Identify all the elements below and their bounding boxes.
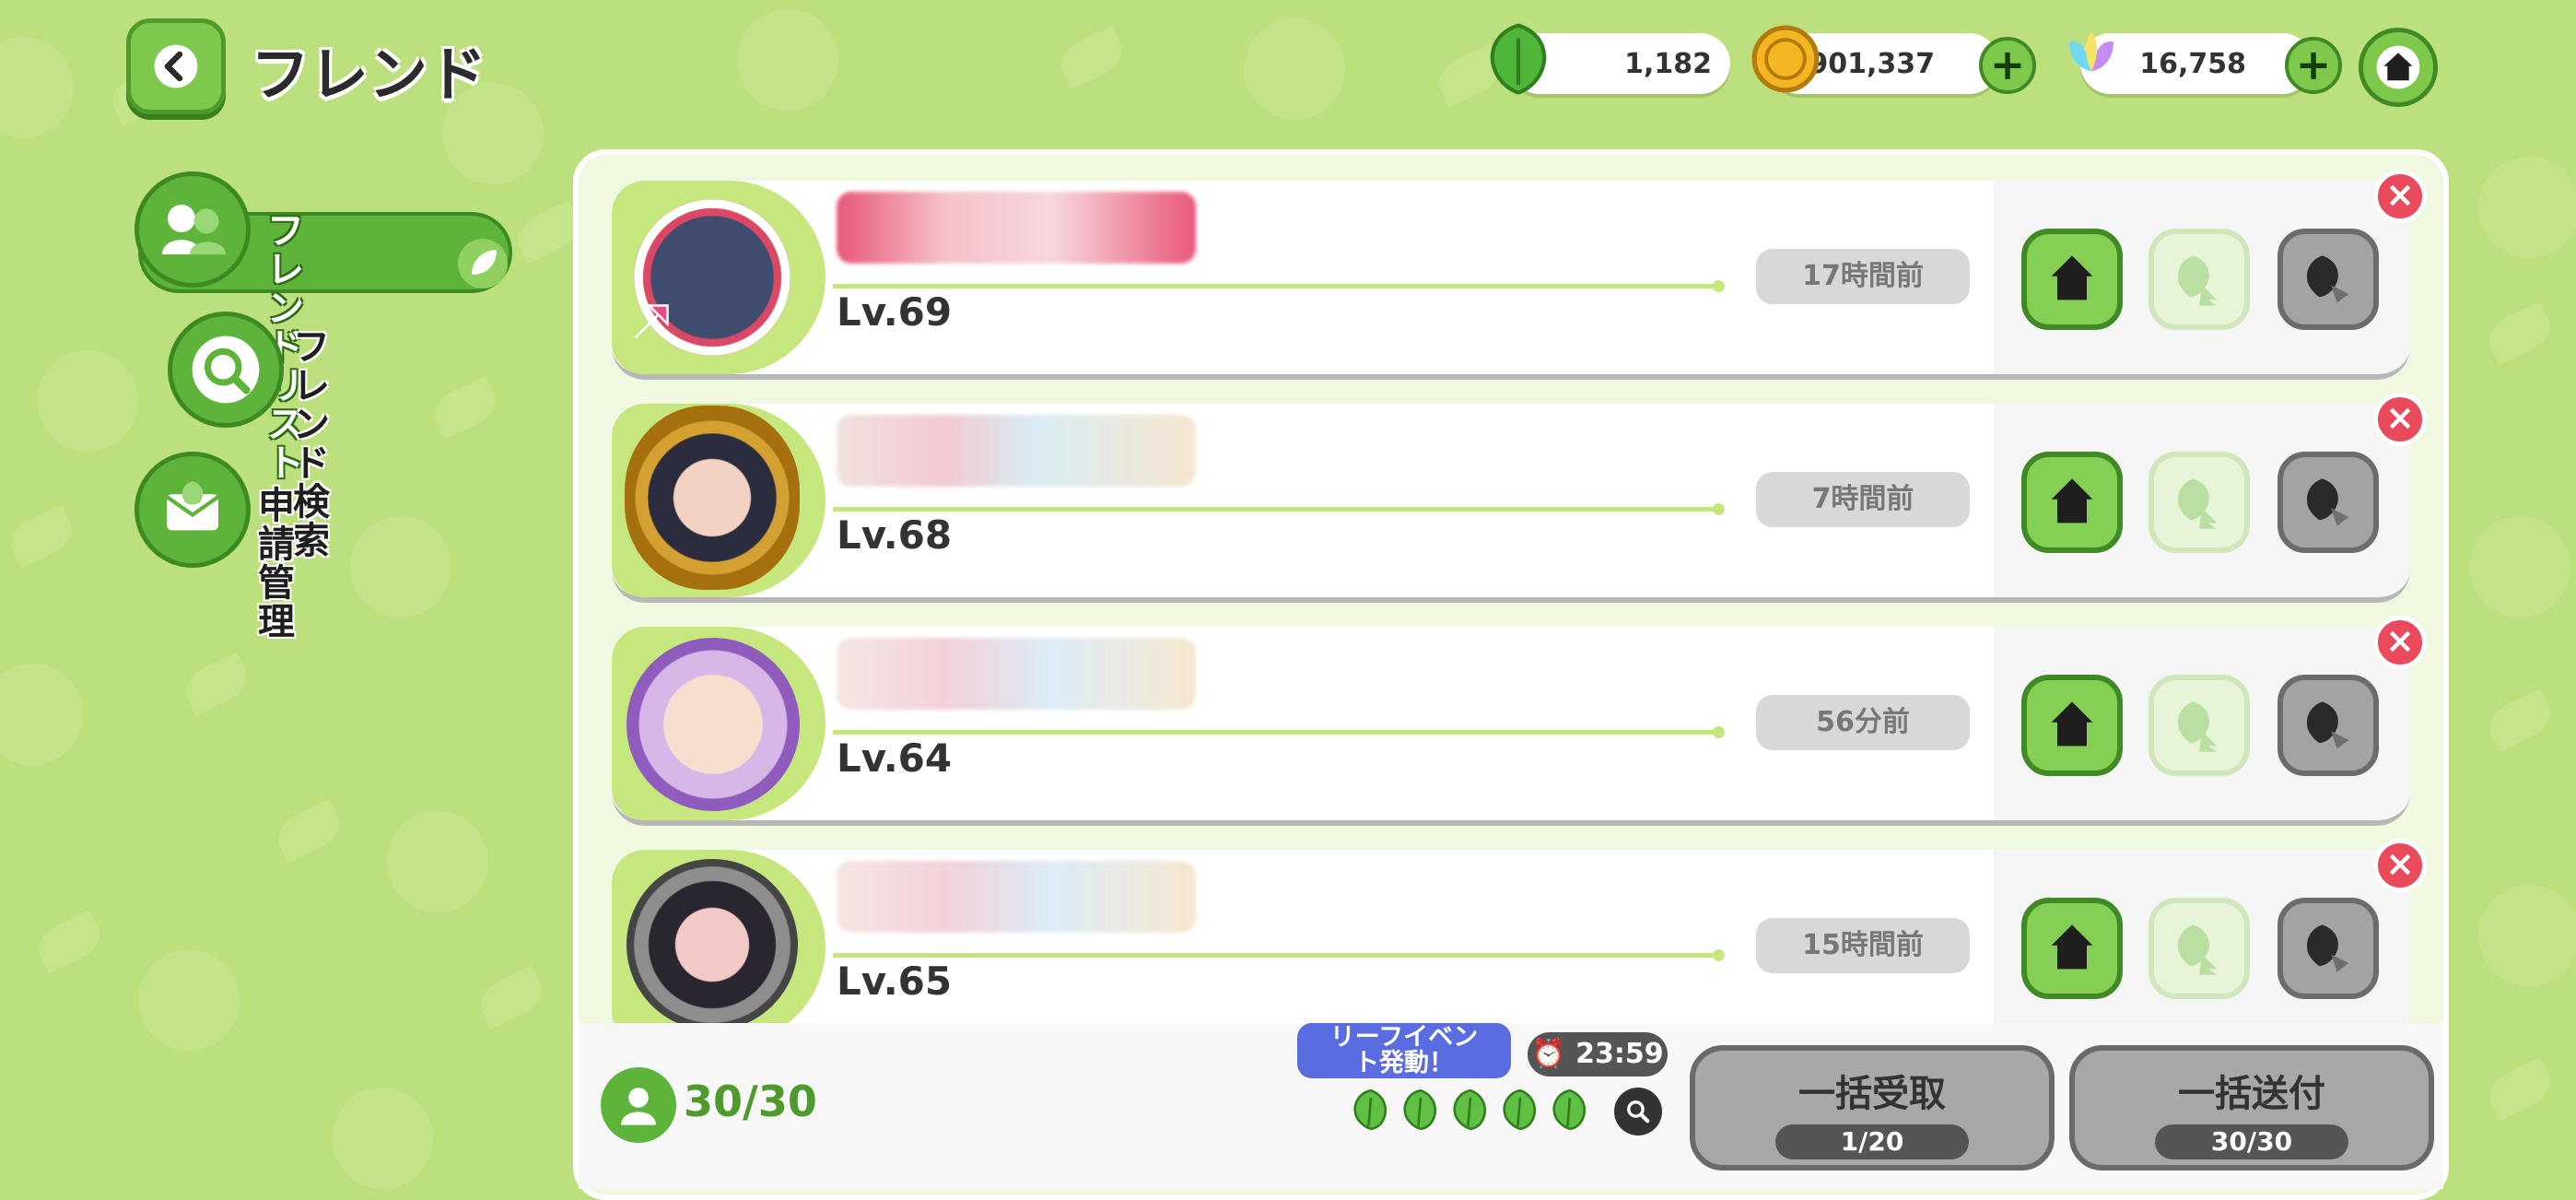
friend-avatar[interactable] [625, 406, 800, 590]
visit-home-button[interactable] [2021, 675, 2123, 776]
add-gem-button[interactable]: + [2285, 37, 2342, 94]
leaf-decoration-icon [458, 239, 508, 288]
last-login-time: 17時間前 [1756, 249, 1970, 304]
leaf-icon [1503, 1088, 1537, 1131]
sidebar-item-request-management[interactable] [135, 452, 251, 568]
send-leaf-button[interactable] [2277, 898, 2379, 999]
home-button[interactable] [2359, 28, 2438, 107]
friend-name-redacted [837, 192, 1196, 264]
event-line1: リーフイベン [1329, 1023, 1479, 1052]
event-info-button[interactable] [1614, 1088, 1662, 1135]
friend-avatar[interactable] [626, 638, 800, 811]
crystal-gem-icon [2053, 20, 2130, 98]
home-icon [2051, 924, 2093, 970]
divider [833, 503, 1725, 515]
remove-friend-button[interactable]: × [2373, 616, 2427, 669]
receive-all-label: 一括受取 [1798, 1073, 1946, 1115]
send-leaf-button[interactable] [2277, 452, 2379, 553]
divider [833, 949, 1725, 961]
receive-leaf-button[interactable] [2149, 452, 2250, 553]
timer-value: 23:59 [1575, 1038, 1664, 1070]
leaf-receive-icon [2177, 478, 2218, 529]
send-leaf-button[interactable] [2277, 229, 2379, 330]
divider [833, 726, 1725, 738]
search-icon [192, 335, 260, 404]
visit-home-button[interactable] [2021, 898, 2123, 999]
leaf-icon [1453, 1088, 1487, 1131]
sidebar-label-line1: フレンド [293, 326, 330, 485]
add-gold-button[interactable]: + [1979, 37, 2036, 94]
sidebar-item-friend-search[interactable] [168, 312, 284, 428]
friends-icon [135, 171, 251, 288]
leaf-currency-icon [1480, 20, 1557, 98]
friend-row[interactable]: Lv.68 7時間前 × [612, 393, 2427, 603]
friend-name-redacted [837, 638, 1196, 710]
friend-row[interactable]: Lv.64 56分前 × [612, 616, 2427, 826]
receive-leaf-button[interactable] [2149, 675, 2250, 776]
visit-home-button[interactable] [2021, 229, 2123, 330]
mail-icon [165, 481, 220, 531]
leaf-icon [1552, 1088, 1587, 1131]
friend-level: Lv.69 [837, 289, 953, 335]
last-login-time: 7時間前 [1756, 472, 1970, 527]
send-all-label: 一括送付 [2178, 1073, 2325, 1115]
last-login-time: 56分前 [1756, 695, 1970, 750]
cursor-arrow-icon [634, 304, 669, 339]
friend-row[interactable]: Lv.65 15時間前 × [612, 839, 2427, 1049]
friend-count: 30/30 [684, 1076, 817, 1126]
friend-level: Lv.68 [837, 512, 953, 558]
gem-currency-value: 16,758 [2139, 47, 2246, 80]
gold-coin-icon [1747, 20, 1824, 98]
page-title: フレンド [251, 41, 486, 110]
leaf-receive-icon [2177, 701, 2218, 752]
home-icon [2376, 45, 2420, 89]
leaf-event-bubble: リーフイベン ト発動！ [1297, 1023, 1511, 1078]
remove-friend-button[interactable]: × [2373, 839, 2427, 892]
friend-level: Lv.65 [837, 959, 953, 1004]
receive-all-button[interactable]: 一括受取 1/20 [1690, 1045, 2055, 1171]
friend-name-redacted [837, 415, 1196, 487]
leaf-currency-value: 1,182 [1624, 47, 1712, 80]
remove-friend-button[interactable]: × [2373, 170, 2427, 223]
chevron-left-icon [154, 44, 198, 88]
back-button[interactable] [126, 18, 226, 114]
friend-level: Lv.64 [837, 735, 953, 781]
send-all-button[interactable]: 一括送付 30/30 [2069, 1045, 2434, 1171]
sidebar-item-friend-search-label: フレンド 検索 [293, 328, 330, 560]
receive-all-count: 1/20 [1775, 1124, 1969, 1159]
leaf-send-icon [2306, 924, 2349, 972]
leaf-receive-icon [2177, 924, 2218, 975]
friend-name-redacted [837, 861, 1196, 933]
event-leaf-gauge [1347, 1084, 1594, 1135]
magnifier-icon [1627, 1100, 1650, 1124]
friend-count-icon [601, 1067, 676, 1143]
remove-friend-button[interactable]: × [2373, 393, 2427, 446]
leaf-send-icon [2306, 478, 2349, 526]
last-login-time: 15時間前 [1756, 918, 1970, 973]
send-leaf-button[interactable] [2277, 675, 2379, 776]
leaf-receive-icon [2177, 255, 2218, 306]
home-icon [2051, 701, 2093, 747]
receive-leaf-button[interactable] [2149, 229, 2250, 330]
divider [833, 280, 1725, 292]
leaf-send-icon [2306, 255, 2349, 303]
receive-leaf-button[interactable] [2149, 898, 2250, 999]
event-timer: ⏰ 23:59 [1528, 1032, 1668, 1076]
event-line2: ト発動！ [1354, 1049, 1454, 1077]
send-all-count: 30/30 [2155, 1124, 2348, 1159]
clock-icon: ⏰ [1531, 1038, 1566, 1070]
sidebar-item-request-management-label: 申請管理 [258, 485, 295, 643]
friend-row[interactable]: Lv.69 17時間前 × [612, 170, 2427, 380]
friend-avatar[interactable] [626, 859, 798, 1030]
sidebar-label-line2: 検索 [293, 481, 330, 562]
leaf-send-icon [2306, 701, 2349, 749]
leaf-icon [1403, 1088, 1437, 1131]
leaf-icon [1353, 1088, 1388, 1131]
home-icon [2051, 478, 2093, 524]
home-icon [2051, 255, 2093, 300]
visit-home-button[interactable] [2021, 452, 2123, 553]
